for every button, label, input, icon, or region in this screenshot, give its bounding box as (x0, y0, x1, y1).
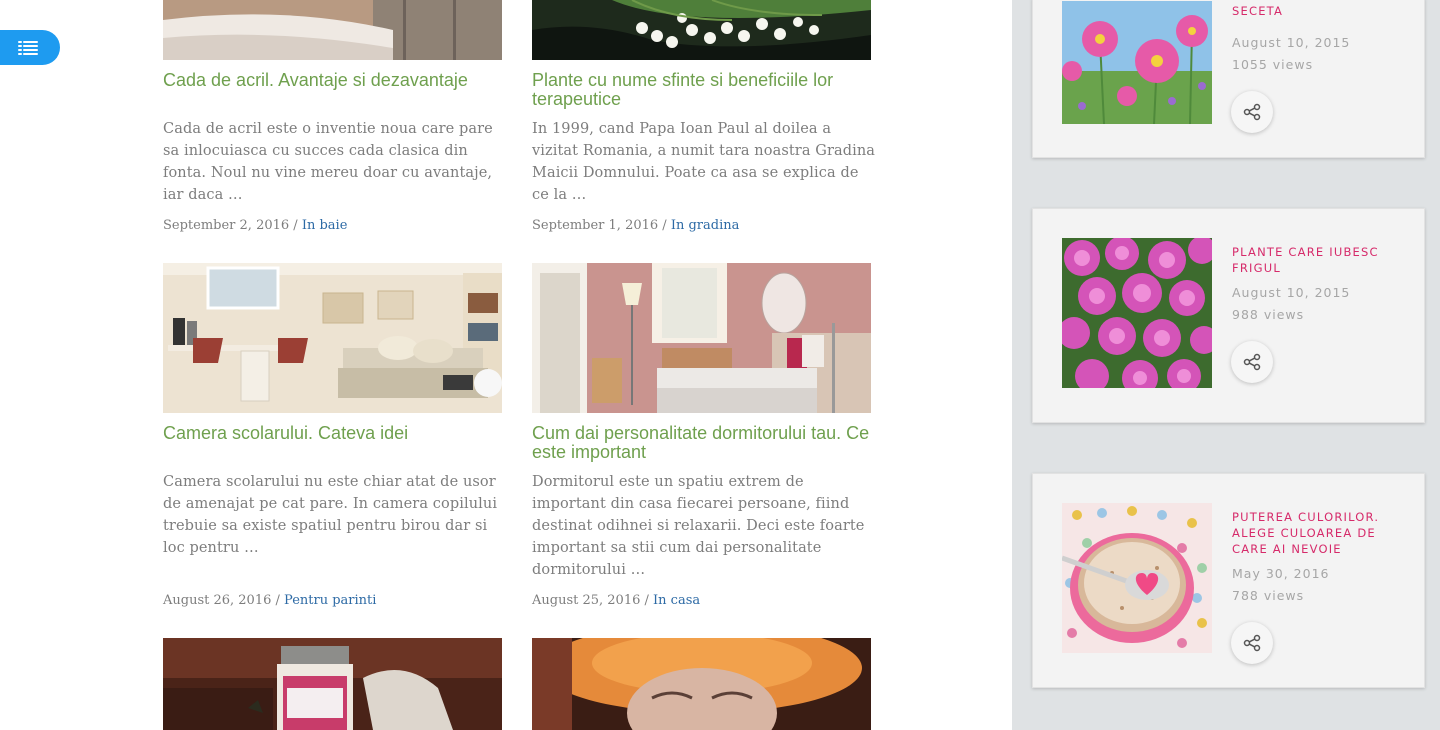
meta-separator: / (293, 218, 298, 233)
post-thumbnail-bedroom[interactable] (532, 263, 871, 413)
card-views: 1055 views (1232, 57, 1314, 72)
post-date: September 2, 2016 (163, 218, 290, 233)
post-title[interactable]: Cada de acril. Avantaje si dezavantaje (163, 71, 508, 90)
list-menu-icon (18, 40, 38, 55)
post-category-link[interactable]: In casa (653, 593, 700, 608)
post-excerpt: In 1999, cand Papa Ioan Paul al doilea a… (532, 121, 876, 203)
share-button[interactable] (1231, 91, 1273, 133)
card-views: 788 views (1232, 588, 1305, 603)
meta-separator: / (662, 218, 667, 233)
post-date: August 25, 2016 (532, 593, 641, 608)
post-excerpt: Camera scolarului nu este chiar atat de … (163, 474, 498, 556)
post-thumbnail-portrait[interactable] (532, 638, 871, 730)
popular-post-card: PUTEREA CULORILOR. ALEGE CULOAREA DE CAR… (1032, 473, 1425, 688)
card-thumbnail-cup[interactable] (1062, 503, 1212, 653)
share-button[interactable] (1231, 622, 1273, 664)
card-title[interactable]: PLANTE LA SOARE SI SECETA (1232, 0, 1407, 19)
popular-post-card: PLANTE LA SOARE SI SECETA August 10, 201… (1032, 0, 1425, 158)
share-button[interactable] (1231, 341, 1273, 383)
share-icon (1243, 634, 1261, 652)
post-thumbnail-bathtub[interactable] (163, 0, 502, 60)
card-thumbnail-dahlia[interactable] (1062, 238, 1212, 388)
post-meta: September 1, 2016 / In gradina (532, 218, 739, 233)
meta-separator: / (644, 593, 649, 608)
post-date: September 1, 2016 (532, 218, 659, 233)
post-excerpt: Dormitorul este un spatiu extrem de impo… (532, 474, 865, 578)
post-thumbnail-study-room[interactable] (163, 263, 502, 413)
post-thumbnail-jar[interactable] (163, 638, 502, 730)
card-date: August 10, 2015 (1232, 285, 1351, 300)
share-icon (1243, 353, 1261, 371)
share-icon (1243, 103, 1261, 121)
popular-post-card: PLANTE CARE IUBESC FRIGUL August 10, 201… (1032, 208, 1425, 423)
post-category-link[interactable]: Pentru parinti (284, 593, 376, 608)
post-title[interactable]: Camera scolarului. Cateva idei (163, 424, 508, 443)
card-thumbnail-cosmos[interactable] (1062, 1, 1212, 124)
post-title[interactable]: Cum dai personalitate dormitorului tau. … (532, 424, 877, 462)
post-category-link[interactable]: In gradina (671, 218, 740, 233)
post-meta: September 2, 2016 / In baie (163, 218, 347, 233)
post-category-link[interactable]: In baie (302, 218, 348, 233)
post-meta: August 26, 2016 / Pentru parinti (163, 593, 376, 608)
card-title[interactable]: PLANTE CARE IUBESC FRIGUL (1232, 244, 1407, 276)
card-date: May 30, 2016 (1232, 566, 1330, 581)
card-title[interactable]: PUTEREA CULORILOR. ALEGE CULOAREA DE CAR… (1232, 509, 1407, 557)
card-views: 988 views (1232, 307, 1305, 322)
sidebar: PLANTE LA SOARE SI SECETA August 10, 201… (1012, 0, 1440, 730)
post-date: August 26, 2016 (163, 593, 272, 608)
post-thumbnail-flowers[interactable] (532, 0, 871, 60)
post-meta: August 25, 2016 / In casa (532, 593, 700, 608)
post-excerpt: Cada de acril este o inventie noua care … (163, 121, 493, 203)
post-title[interactable]: Plante cu nume sfinte si beneficiile lor… (532, 71, 877, 109)
menu-toggle-button[interactable] (0, 30, 60, 65)
meta-separator: / (275, 593, 280, 608)
card-date: August 10, 2015 (1232, 35, 1351, 50)
